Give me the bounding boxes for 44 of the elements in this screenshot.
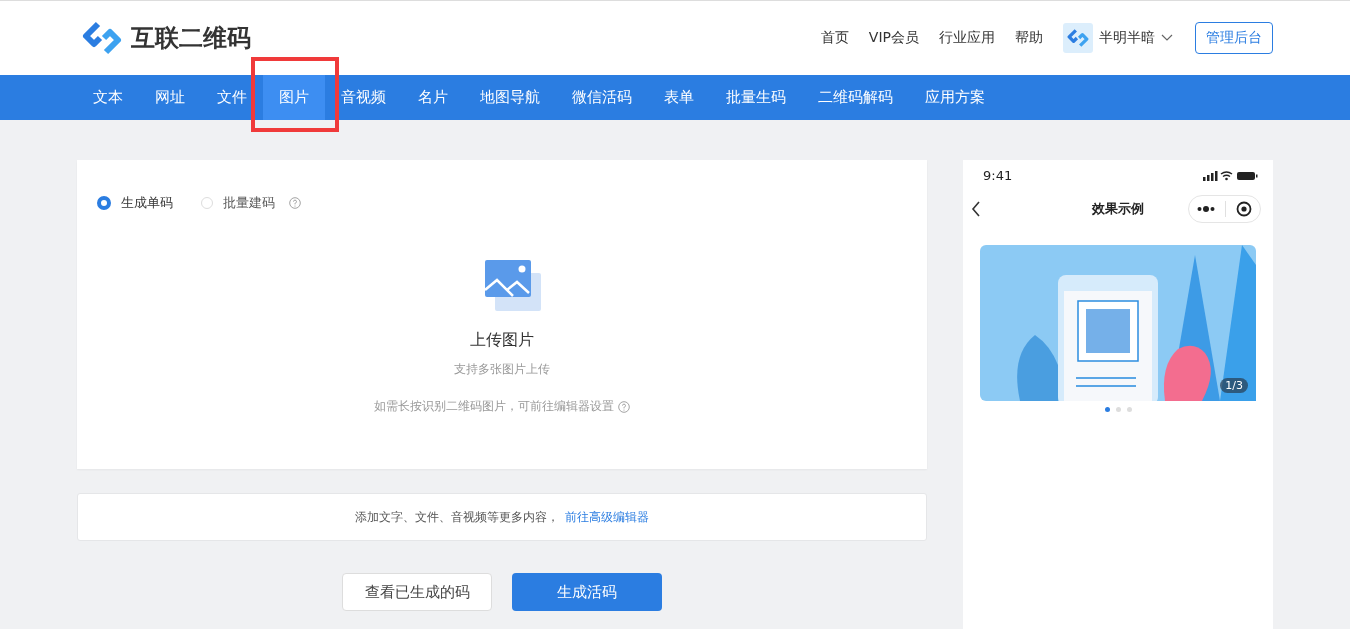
- nav-tab[interactable]: 批量生码: [710, 75, 802, 120]
- nav-tab[interactable]: 地图导航: [464, 75, 556, 120]
- view-generated-button[interactable]: 查看已生成的码: [342, 573, 492, 611]
- nav-tab[interactable]: 图片: [263, 75, 325, 120]
- editor-bar-text: 添加文字、文件、音视频等更多内容，: [355, 508, 559, 526]
- user-avatar[interactable]: [1063, 23, 1093, 53]
- upload-hint: 支持多张图片上传: [454, 361, 550, 378]
- target-icon[interactable]: [1236, 201, 1252, 217]
- more-icon[interactable]: [1197, 206, 1215, 212]
- nav-tab[interactable]: 表单: [648, 75, 710, 120]
- header-link[interactable]: 行业应用: [939, 29, 995, 47]
- nav-tab[interactable]: 二维码解码: [802, 75, 909, 120]
- help-icon[interactable]: [618, 400, 630, 413]
- mode-radio[interactable]: 批量建码: [201, 194, 301, 212]
- help-icon[interactable]: [289, 197, 301, 209]
- preview-title: 效果示例: [1092, 200, 1144, 218]
- nav-tab[interactable]: 文本: [77, 75, 139, 120]
- nav-tab[interactable]: 音视频: [325, 75, 402, 120]
- status-time: 9:41: [983, 168, 1013, 183]
- admin-button[interactable]: 管理后台: [1195, 22, 1273, 54]
- carousel-dot[interactable]: [1104, 407, 1110, 412]
- slide-counter: 1/3: [1220, 378, 1248, 393]
- nav-tab[interactable]: 名片: [402, 75, 464, 120]
- carousel-dot[interactable]: [1115, 407, 1121, 412]
- mode-radio[interactable]: 生成单码: [97, 194, 173, 212]
- header-link[interactable]: 首页: [820, 29, 849, 47]
- nav-tab[interactable]: 文件: [201, 75, 263, 120]
- image-icon[interactable]: [485, 260, 543, 312]
- carousel-dot[interactable]: [1126, 407, 1132, 412]
- nav-tab[interactable]: 网址: [139, 75, 201, 120]
- editor-setting-note: 如需长按识别二维码图片，可前往编辑器设置: [374, 398, 614, 415]
- nav-tab[interactable]: 微信活码: [556, 75, 648, 120]
- user-menu[interactable]: 半明半暗: [1099, 29, 1155, 47]
- header-link[interactable]: 帮助: [1015, 29, 1043, 47]
- generate-button[interactable]: 生成活码: [512, 573, 662, 611]
- logo-icon: [1067, 27, 1089, 49]
- chevron-down-icon[interactable]: [1161, 34, 1173, 42]
- header-link[interactable]: VIP会员: [868, 29, 919, 47]
- brand-name: 互联二维码: [131, 23, 251, 54]
- advanced-editor-link[interactable]: 前往高级编辑器: [565, 508, 649, 526]
- nav-tab[interactable]: 应用方案: [909, 75, 1001, 120]
- status-icons: [1203, 170, 1259, 181]
- radio-icon[interactable]: [97, 196, 111, 210]
- upload-title: 上传图片: [470, 330, 534, 351]
